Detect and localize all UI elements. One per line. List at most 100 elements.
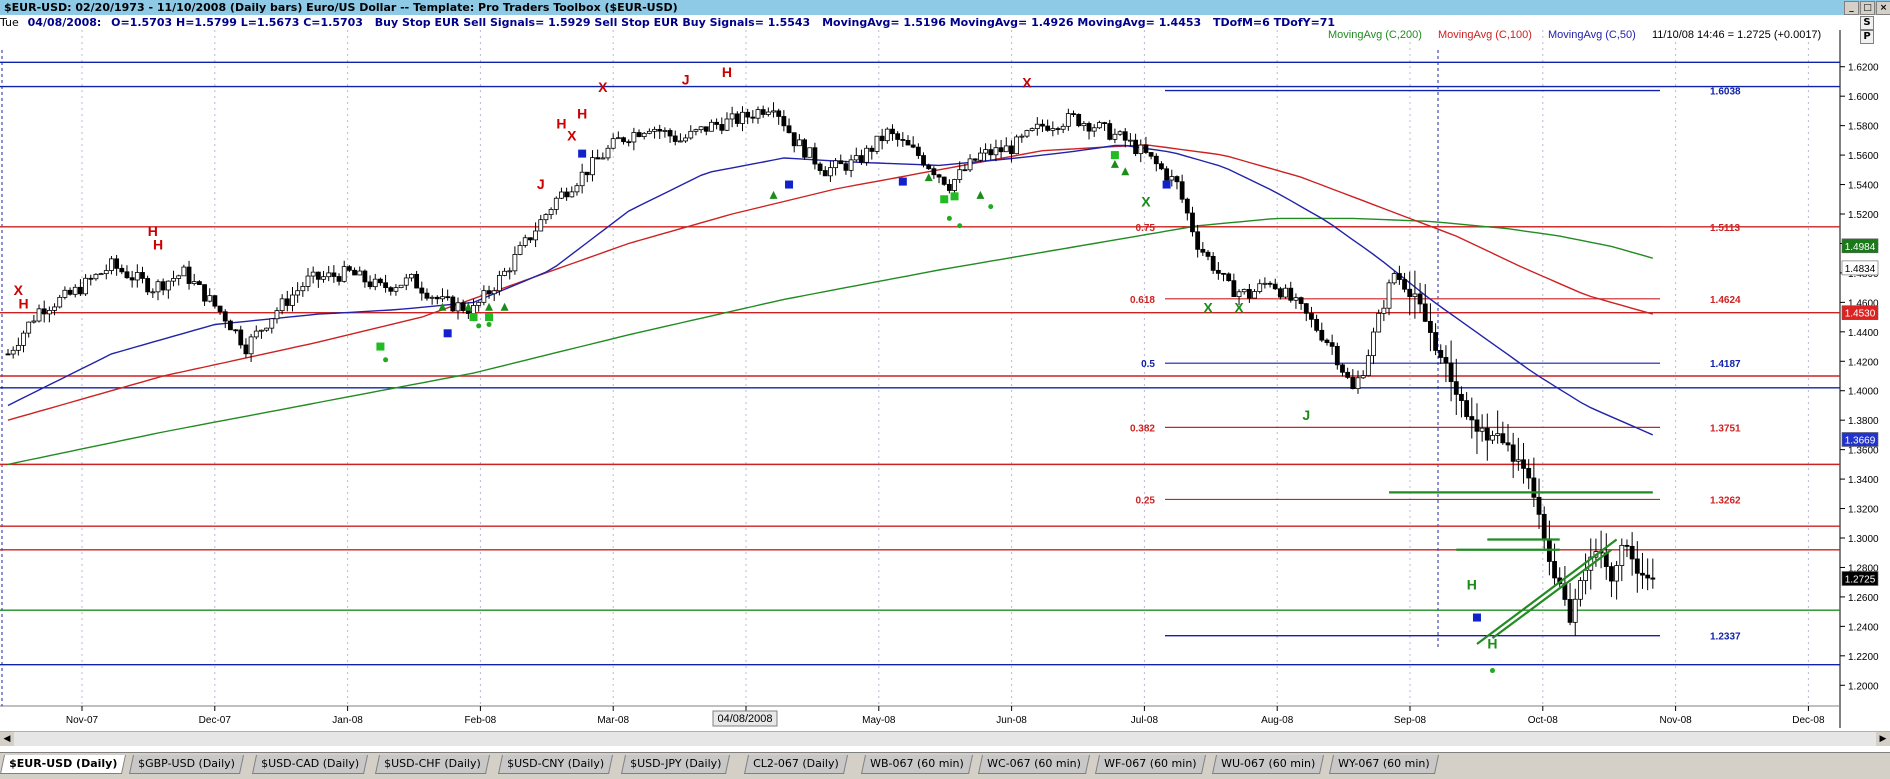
price-bar-body bbox=[1024, 130, 1030, 137]
dot-marker bbox=[957, 223, 963, 229]
fib-ratio-label: 0.5 bbox=[1141, 359, 1155, 370]
symbol-tab-label: $EUR-USD (Daily) bbox=[9, 757, 118, 770]
symbol-tab-label: $USD-JPY (Daily) bbox=[630, 757, 722, 770]
minimize-icon[interactable]: _ bbox=[1844, 1, 1859, 15]
legend-ma200: MovingAvg (C,200) bbox=[1328, 30, 1422, 41]
price-bar-body bbox=[476, 301, 482, 306]
symbol-tab[interactable]: $GBP-USD (Daily) bbox=[128, 755, 244, 774]
square-marker bbox=[940, 195, 949, 204]
symbol-tab[interactable]: WY-067 (60 min) bbox=[1328, 755, 1439, 774]
dot-marker bbox=[476, 323, 482, 329]
price-bar-body bbox=[15, 344, 21, 351]
price-bar-body bbox=[678, 140, 683, 143]
dot-marker bbox=[946, 215, 952, 221]
price-bar-body bbox=[1164, 168, 1170, 181]
scroll-left-icon[interactable]: ◀ bbox=[0, 732, 14, 746]
symbol-tab[interactable]: CL2-067 (Daily) bbox=[743, 755, 848, 774]
symbol-tab[interactable]: $USD-CAD (Daily) bbox=[251, 755, 369, 774]
dot-marker bbox=[988, 204, 994, 210]
symbol-tab[interactable]: $USD-CHF (Daily) bbox=[374, 755, 490, 774]
symbol-tab[interactable]: $EUR-USD (Daily) bbox=[0, 755, 127, 774]
price-bar-body bbox=[1453, 381, 1459, 395]
price-bar-body bbox=[367, 281, 373, 288]
price-bar-body bbox=[357, 270, 363, 276]
price-bar-body bbox=[1267, 282, 1273, 285]
price-bar-body bbox=[833, 160, 838, 169]
price-bar-body bbox=[1448, 362, 1454, 383]
y-tick-label: 1.5400 bbox=[1848, 181, 1879, 192]
price-bar-body bbox=[1510, 444, 1516, 462]
price-badge-label: 1.2725 bbox=[1845, 575, 1876, 586]
price-badge-label: 1.4984 bbox=[1845, 242, 1876, 253]
price-bar-body bbox=[564, 191, 570, 198]
price-bar-body bbox=[1360, 375, 1366, 379]
price-bar-body bbox=[734, 113, 740, 124]
price-bar-body bbox=[41, 308, 47, 315]
price-bar-body bbox=[1609, 566, 1614, 582]
price-bar-body bbox=[1117, 131, 1123, 135]
price-bar-body bbox=[1050, 128, 1056, 131]
signal-marker: X bbox=[1141, 194, 1151, 210]
price-bar-body bbox=[791, 132, 797, 147]
price-bar-body bbox=[98, 273, 104, 276]
symbol-tab[interactable]: $USD-CNY (Daily) bbox=[497, 755, 614, 774]
price-bar-body bbox=[1278, 288, 1283, 298]
price-bar-body bbox=[838, 160, 844, 165]
symbol-tab-label: $USD-CHF (Daily) bbox=[384, 757, 481, 770]
price-bar-body bbox=[729, 113, 735, 120]
window-title: $EUR-USD: 02/20/1973 - 11/10/2008 (Daily… bbox=[4, 1, 678, 14]
price-badge-label: 1.4834 bbox=[1845, 264, 1876, 275]
price-bar-body bbox=[853, 155, 859, 161]
y-tick-label: 1.6200 bbox=[1848, 63, 1879, 74]
y-tick-label: 1.2000 bbox=[1848, 681, 1879, 692]
price-bar-body bbox=[140, 272, 145, 279]
horizontal-scrollbar[interactable]: ◀ ▶ bbox=[0, 731, 1890, 746]
price-bar-body bbox=[765, 111, 771, 115]
price-bar-body bbox=[900, 139, 906, 141]
x-tick-label: Nov-07 bbox=[66, 715, 99, 726]
price-bar-body bbox=[1190, 212, 1195, 233]
price-bar-body bbox=[134, 272, 140, 281]
price-bar-body bbox=[259, 329, 264, 332]
price-bar-body bbox=[481, 290, 487, 303]
scroll-right-icon[interactable]: ▶ bbox=[1876, 732, 1890, 746]
price-bar-body bbox=[1319, 329, 1325, 341]
price-badge-label: 1.4530 bbox=[1845, 309, 1876, 320]
s-button[interactable]: S bbox=[1860, 16, 1874, 30]
price-bar-body bbox=[1402, 279, 1407, 290]
maximize-icon[interactable]: □ bbox=[1860, 1, 1875, 15]
symbol-tab[interactable]: WF-067 (60 min) bbox=[1094, 755, 1206, 774]
price-bar-body bbox=[879, 135, 885, 142]
price-bar-body bbox=[207, 295, 213, 302]
symbol-tab[interactable]: WU-067 (60 min) bbox=[1211, 755, 1325, 774]
price-bar-body bbox=[1133, 139, 1138, 155]
close-icon[interactable]: × bbox=[1876, 1, 1890, 15]
symbol-tab[interactable]: $USD-JPY (Daily) bbox=[620, 755, 731, 774]
price-bar-body bbox=[129, 277, 135, 281]
info-date: 04/08/2008: bbox=[27, 16, 102, 29]
fib-value-label: 1.3262 bbox=[1710, 495, 1741, 506]
price-bar-body bbox=[31, 320, 37, 323]
price-bar-body bbox=[362, 270, 368, 283]
price-bar-body bbox=[1578, 580, 1583, 600]
legend-last-quote: 11/10/08 14:46 = 1.2725 (+0.0017) bbox=[1652, 30, 1821, 41]
price-bar-body bbox=[1065, 113, 1071, 127]
price-bar-body bbox=[1640, 572, 1645, 576]
price-bar-body bbox=[1231, 280, 1237, 298]
price-bar-body bbox=[595, 157, 601, 160]
dot-marker bbox=[486, 321, 492, 327]
price-bar-body bbox=[667, 130, 673, 137]
price-bar-body bbox=[641, 132, 647, 137]
price-bar-body bbox=[1246, 288, 1252, 299]
price-bar-body bbox=[1614, 565, 1620, 582]
price-bar-body bbox=[305, 275, 311, 287]
price-bar-body bbox=[822, 170, 828, 177]
price-bar-body bbox=[1583, 569, 1588, 581]
symbol-tab[interactable]: WB-067 (60 min) bbox=[860, 755, 973, 774]
price-bar-body bbox=[574, 185, 580, 193]
price-chart[interactable]: 1.6038 1.2337 0.75 1.5113 0.618 1.4624 0.5 1.41… bbox=[0, 30, 1890, 730]
x-tick-label: Jul-08 bbox=[1131, 715, 1159, 726]
info-signals: Buy Stop EUR Sell Signals= 1.5929 Sell S… bbox=[374, 16, 811, 29]
symbol-tab[interactable]: WC-067 (60 min) bbox=[977, 755, 1090, 774]
price-bar-body bbox=[72, 286, 78, 295]
